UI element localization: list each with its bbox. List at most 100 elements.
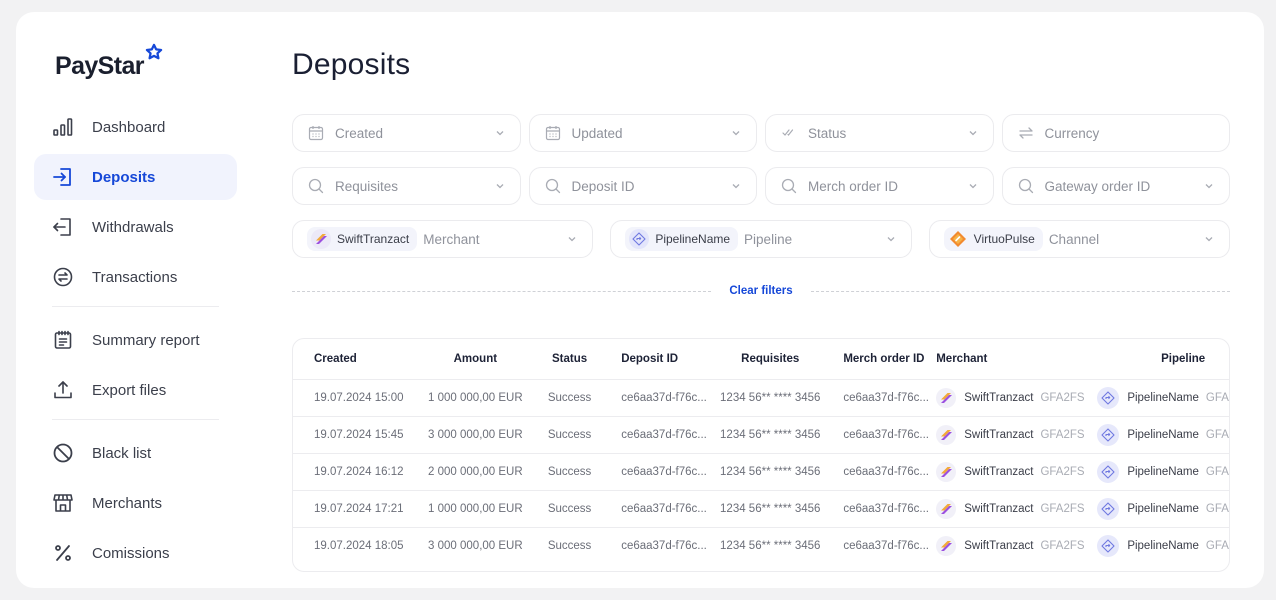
table-row[interactable]: 19.07.2024 15:45 3 000 000,00 EUR Succes… [293, 415, 1229, 453]
cell-pipeline: PipelineName GFA [1097, 452, 1229, 490]
channel-chip[interactable]: VirtuoPulse [943, 227, 1043, 251]
deposit-in-icon [52, 166, 74, 188]
column-header-created[interactable]: Created [293, 339, 419, 379]
chevron-down-icon [494, 180, 506, 192]
merchant-name[interactable]: SwiftTranzact [964, 392, 1033, 404]
currency-filter-placeholder: Currency [1044, 125, 1100, 141]
sidebar-item-label: Transactions [92, 268, 178, 286]
updated-filter[interactable]: Updated [528, 114, 757, 152]
sidebar-item-black-list[interactable]: Black list [34, 430, 237, 476]
cell-deposit-id[interactable]: ce6aa37d-f76c... [607, 489, 708, 527]
cell-merch-order-id[interactable]: ce6aa37d-f76c... [833, 378, 937, 416]
cell-amount: 3 000 000,00 EUR [418, 526, 532, 564]
table-row[interactable]: 19.07.2024 15:00 1 000 000,00 EUR Succes… [293, 378, 1229, 416]
cell-merch-order-id[interactable]: ce6aa37d-f76c... [833, 415, 937, 453]
pipeline-diamond-icon [1097, 386, 1120, 409]
swift-tranzact-logo-icon [936, 498, 957, 519]
pipeline-diamond-icon [1097, 423, 1120, 446]
status-filter-placeholder: Status [808, 125, 847, 141]
cell-deposit-id[interactable]: ce6aa37d-f76c... [607, 415, 708, 453]
chevron-down-icon [1203, 233, 1215, 245]
pipeline-name[interactable]: PipelineName [1127, 540, 1199, 552]
created-filter-placeholder: Created [335, 125, 384, 141]
pipeline-name[interactable]: PipelineName [1127, 466, 1199, 478]
cell-merchant: SwiftTranzact GFA2FS [936, 378, 1098, 416]
merchant-name[interactable]: SwiftTranzact [964, 540, 1033, 552]
merchant-select-placeholder: Merchant [423, 231, 480, 247]
star-icon [145, 43, 163, 60]
logo[interactable]: PayStar [55, 43, 163, 84]
cell-requisites: 1234 56** **** 3456 [707, 526, 834, 564]
cell-merch-order-id[interactable]: ce6aa37d-f76c... [833, 526, 937, 564]
chevron-down-icon [494, 127, 506, 139]
pipeline-code: GFA [1205, 428, 1229, 441]
status-filter[interactable]: Status [765, 114, 994, 152]
merchant-name[interactable]: SwiftTranzact [964, 466, 1033, 478]
column-header-pipeline[interactable]: Pipeline [1097, 339, 1229, 379]
pipeline-chip[interactable]: PipelineName [625, 227, 739, 251]
pipeline-select[interactable]: PipelineName Pipeline [610, 220, 912, 258]
swift-tranzact-logo-icon [311, 229, 331, 249]
pipeline-diamond-icon [1097, 534, 1120, 557]
merchant-name[interactable]: SwiftTranzact [964, 503, 1033, 515]
pipeline-name[interactable]: PipelineName [1127, 503, 1199, 515]
double-check-icon [780, 124, 798, 142]
cell-merchant: SwiftTranzact GFA2FS [936, 452, 1098, 490]
deposits-table: Created Amount Status Deposit ID Requisi… [292, 338, 1230, 572]
pipeline-name[interactable]: PipelineName [1127, 392, 1199, 404]
pipeline-name[interactable]: PipelineName [1127, 429, 1199, 441]
cell-requisites: 1234 56** **** 3456 [707, 452, 834, 490]
deposit-id-search[interactable]: Deposit ID [528, 167, 757, 205]
cell-deposit-id[interactable]: ce6aa37d-f76c... [607, 378, 708, 416]
sidebar-item-export-files[interactable]: Export files [34, 367, 237, 413]
page-title: Deposits [292, 48, 411, 81]
store-icon [52, 492, 74, 514]
filters-row: Requisites Deposit ID Merch order ID Gat… [292, 167, 1230, 205]
column-header-status[interactable]: Status [532, 339, 607, 379]
table-row[interactable]: 19.07.2024 18:05 3 000 000,00 EUR Succes… [293, 526, 1229, 564]
cell-created: 19.07.2024 16:12 [293, 452, 419, 490]
merchant-code: GFA2FS [1040, 428, 1085, 441]
sidebar-item-label: Export files [92, 381, 167, 399]
pipeline-diamond-icon [1097, 460, 1120, 483]
virtuo-pulse-logo-icon [948, 229, 968, 249]
clear-filters-button[interactable]: Clear filters [711, 285, 810, 297]
merchant-chip[interactable]: SwiftTranzact [307, 227, 418, 251]
channel-select[interactable]: VirtuoPulse Channel [928, 220, 1230, 258]
swift-tranzact-logo-icon [936, 461, 957, 482]
requisites-search[interactable]: Requisites [292, 167, 521, 205]
table-row[interactable]: 19.07.2024 16:12 2 000 000,00 EUR Succes… [293, 452, 1229, 490]
created-filter[interactable]: Created [292, 114, 521, 152]
currency-filter[interactable]: Currency [1001, 114, 1230, 152]
column-header-requisites[interactable]: Requisites [707, 339, 833, 379]
percent-icon [52, 542, 74, 564]
cell-deposit-id[interactable]: ce6aa37d-f76c... [607, 526, 708, 564]
requisites-search-placeholder: Requisites [335, 178, 399, 194]
cell-merch-order-id[interactable]: ce6aa37d-f76c... [833, 452, 937, 490]
cell-status: Success [531, 415, 608, 453]
sidebar-item-deposits[interactable]: Deposits [34, 154, 237, 200]
chevron-down-icon [730, 127, 742, 139]
sidebar-item-withdrawals[interactable]: Withdrawals [34, 204, 237, 250]
sidebar-nav: Dashboard Deposits Withdrawals Transacti… [34, 104, 237, 580]
gateway-order-id-search[interactable]: Gateway order ID [1001, 167, 1230, 205]
column-header-deposit-id[interactable]: Deposit ID [607, 339, 707, 379]
merch-order-id-search[interactable]: Merch order ID [765, 167, 994, 205]
merchant-name[interactable]: SwiftTranzact [964, 429, 1033, 441]
sidebar-item-summary-report[interactable]: Summary report [34, 317, 237, 363]
column-header-merchant[interactable]: Merchant [936, 339, 1097, 379]
sidebar-item-comissions[interactable]: Comissions [34, 530, 237, 576]
sidebar-item-transactions[interactable]: Transactions [34, 254, 237, 300]
table-row[interactable]: 19.07.2024 17:21 1 000 000,00 EUR Succes… [293, 489, 1229, 527]
pipeline-code: GFA [1205, 465, 1229, 478]
cell-status: Success [531, 452, 608, 490]
sidebar-item-dashboard[interactable]: Dashboard [34, 104, 237, 150]
cell-deposit-id[interactable]: ce6aa37d-f76c... [607, 452, 708, 490]
column-header-amount[interactable]: Amount [419, 339, 532, 379]
sidebar-item-merchants[interactable]: Merchants [34, 480, 237, 526]
merchant-select[interactable]: SwiftTranzact Merchant [292, 220, 594, 258]
column-header-merch-order-id[interactable]: Merch order ID [833, 339, 936, 379]
withdraw-out-icon [52, 216, 74, 238]
cell-amount: 1 000 000,00 EUR [418, 378, 532, 416]
cell-merch-order-id[interactable]: ce6aa37d-f76c... [833, 489, 937, 527]
